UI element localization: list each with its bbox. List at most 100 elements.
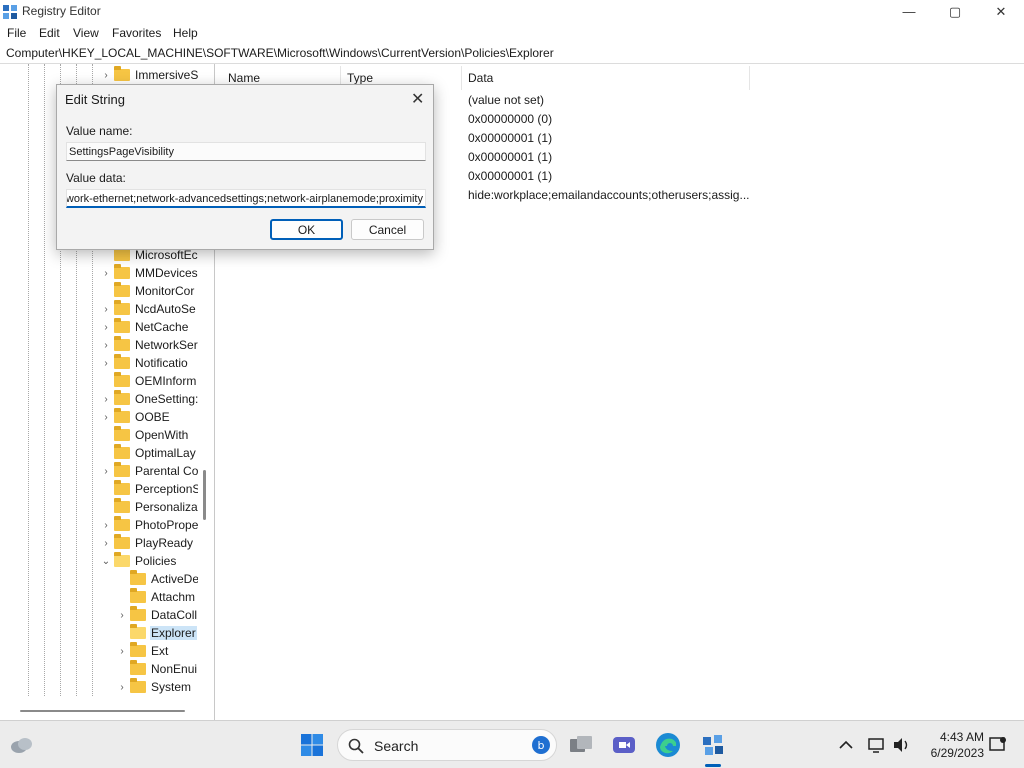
chevron-down-icon[interactable]: ⌄ — [100, 556, 112, 567]
folder-icon — [114, 372, 130, 387]
chevron-right-icon[interactable]: › — [100, 394, 112, 405]
dialog-close-icon[interactable]: ✕ — [411, 89, 424, 109]
regedit-taskbar-icon[interactable] — [699, 731, 727, 759]
menu-favorites[interactable]: Favorites — [112, 26, 161, 40]
minimize-icon: — — [902, 4, 916, 19]
ok-button[interactable]: OK — [270, 219, 343, 240]
folder-icon — [114, 336, 130, 351]
tree-item[interactable]: Personalizat — [100, 498, 198, 516]
tree-guide — [44, 64, 45, 696]
tree-item[interactable]: › NcdAutoSe — [100, 300, 197, 318]
weather-icon[interactable] — [8, 731, 36, 759]
close-button[interactable]: ✕ — [978, 0, 1024, 23]
tree-item-label: ImmersiveS — [135, 68, 198, 82]
teams-icon[interactable] — [610, 731, 638, 759]
cancel-button[interactable]: Cancel — [351, 219, 424, 240]
tree-item-policies[interactable]: ⌄ Policies — [100, 552, 177, 570]
menu-view[interactable]: View — [73, 26, 99, 40]
chevron-right-icon[interactable]: › — [116, 682, 128, 693]
notification-icon[interactable] — [984, 731, 1012, 759]
tree-item-label: MonitorCor — [135, 284, 195, 298]
column-type[interactable]: Type — [347, 71, 373, 85]
chevron-right-icon[interactable]: › — [100, 70, 112, 81]
column-separator[interactable] — [749, 66, 750, 90]
tree-item-label: NetworkSer — [135, 338, 198, 352]
folder-icon — [130, 588, 146, 603]
tree-item[interactable]: › ImmersiveS — [100, 66, 198, 84]
value-name-field[interactable]: SettingsPageVisibility — [66, 142, 426, 161]
column-name[interactable]: Name — [228, 71, 260, 85]
title-bar: Registry Editor — ▢ ✕ — [0, 0, 1024, 23]
value-data-text: network-ethernet;network-advancedsetting… — [66, 193, 423, 205]
folder-icon — [114, 444, 130, 459]
tree-item[interactable]: › OneSetting: — [100, 390, 198, 408]
tree-item[interactable]: ActiveDe — [116, 570, 198, 588]
menu-bar: File Edit View Favorites Help — [0, 23, 1024, 43]
tree-item[interactable]: › System — [116, 678, 192, 696]
tree-item[interactable]: OptimalLay — [100, 444, 197, 462]
tree-item[interactable]: OpenWith — [100, 426, 189, 444]
taskbar-search[interactable]: Search b — [337, 729, 557, 761]
edge-icon[interactable] — [654, 731, 682, 759]
chevron-right-icon[interactable]: › — [100, 466, 112, 477]
tree-horizontal-scrollbar[interactable] — [20, 710, 185, 712]
volume-icon[interactable] — [888, 731, 916, 759]
column-separator[interactable] — [461, 66, 462, 90]
chevron-right-icon[interactable]: › — [100, 520, 112, 531]
tree-item[interactable]: OEMInform — [100, 372, 197, 390]
regedit-icon — [3, 5, 17, 19]
address-bar[interactable]: Computer\HKEY_LOCAL_MACHINE\SOFTWARE\Mic… — [0, 43, 1024, 64]
tree-item-label: Personalizat — [135, 500, 198, 514]
bing-icon[interactable]: b — [531, 735, 551, 755]
tree-item[interactable]: › PhotoPrope — [100, 516, 198, 534]
folder-icon — [114, 300, 130, 315]
tree-item[interactable]: › Notificatio — [100, 354, 189, 372]
tree-item-label: MicrosoftEc — [135, 248, 198, 262]
chevron-right-icon[interactable]: › — [100, 304, 112, 315]
chevron-right-icon[interactable]: › — [100, 412, 112, 423]
system-clock[interactable]: 4:43 AM 6/29/2023 — [920, 729, 984, 761]
tree-item[interactable]: MonitorCor — [100, 282, 195, 300]
value-data: 0x00000001 (1) — [468, 150, 553, 164]
folder-icon — [114, 390, 130, 405]
close-icon: ✕ — [995, 3, 1007, 19]
chevron-right-icon[interactable]: › — [100, 268, 112, 279]
tree-item[interactable]: › Parental Co — [100, 462, 198, 480]
tree-item-label: OOBE — [135, 410, 170, 424]
chevron-right-icon[interactable]: › — [100, 340, 112, 351]
menu-help[interactable]: Help — [173, 26, 198, 40]
tree-item[interactable]: › PlayReady — [100, 534, 194, 552]
tree-item[interactable]: › OOBE — [100, 408, 171, 426]
menu-edit[interactable]: Edit — [39, 26, 60, 40]
tree-item[interactable]: › Ext — [116, 642, 169, 660]
chevron-right-icon[interactable]: › — [100, 538, 112, 549]
tree-vertical-scrollbar[interactable] — [203, 470, 206, 520]
chevron-right-icon[interactable]: › — [116, 610, 128, 621]
start-icon[interactable] — [298, 731, 326, 759]
folder-icon — [130, 642, 146, 657]
chevron-up-icon[interactable] — [832, 731, 860, 759]
tree-item[interactable]: › NetworkSer — [100, 336, 198, 354]
value-data-field[interactable]: network-ethernet;network-advancedsetting… — [66, 189, 426, 208]
chevron-right-icon[interactable]: › — [100, 358, 112, 369]
network-icon[interactable] — [863, 731, 891, 759]
chevron-right-icon[interactable]: › — [100, 322, 112, 333]
tree-item[interactable]: NonEnui — [116, 660, 198, 678]
tree-item-label: OptimalLay — [135, 446, 196, 460]
maximize-button[interactable]: ▢ — [932, 0, 978, 23]
tree-item[interactable]: Attachm — [116, 588, 196, 606]
tree-item-label: OpenWith — [135, 428, 189, 442]
tree-item[interactable]: › DataColl — [116, 606, 198, 624]
column-data[interactable]: Data — [468, 71, 493, 85]
tree-item[interactable]: PerceptionS — [100, 480, 198, 498]
tree-item-label: NonEnui — [151, 662, 198, 676]
menu-file[interactable]: File — [7, 26, 26, 40]
tree-item-explorer[interactable]: Explorer — [116, 624, 197, 642]
tree-item[interactable]: › MMDevices — [100, 264, 198, 282]
folder-icon — [114, 264, 130, 279]
minimize-button[interactable]: — — [886, 0, 932, 23]
task-view-icon[interactable] — [567, 731, 595, 759]
tree-item[interactable]: › NetCache — [100, 318, 189, 336]
folder-icon — [114, 282, 130, 297]
chevron-right-icon[interactable]: › — [116, 646, 128, 657]
